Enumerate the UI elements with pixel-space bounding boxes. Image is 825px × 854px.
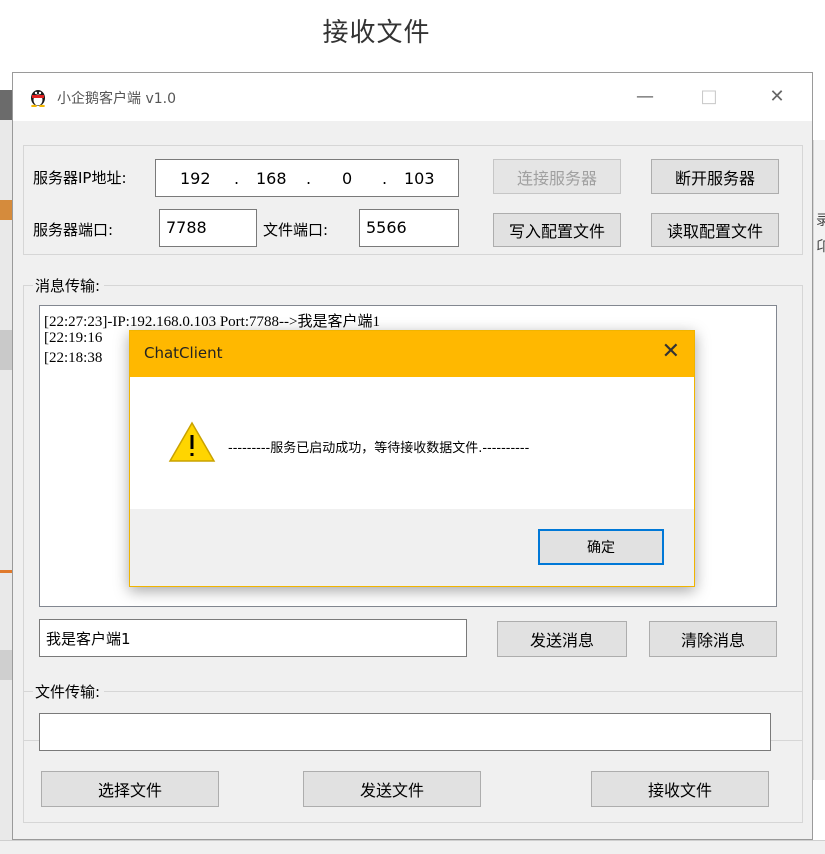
message-dialog: ChatClient ✕ ---------服务已启动成功，等待接收数据文件.-… — [129, 330, 695, 587]
background-glyph: 录 — [816, 213, 825, 229]
dialog-title: ChatClient — [144, 344, 223, 362]
send-message-button[interactable]: 发送消息 — [497, 621, 627, 657]
ip-dot: . — [306, 168, 312, 188]
close-button[interactable]: ✕ — [757, 83, 797, 111]
server-ip-field[interactable]: 192 . 168 . 0 . 103 — [155, 159, 459, 197]
page-heading: 接收文件 — [322, 18, 431, 48]
file-port-field[interactable]: 5566 — [359, 209, 459, 247]
disconnect-server-button[interactable]: 断开服务器 — [651, 159, 779, 194]
background-glyph: 卬 — [816, 239, 825, 255]
maximize-button[interactable]: □ — [689, 83, 729, 111]
ip-octet-3: 0 — [342, 168, 353, 188]
message-group-label: 消息传输: — [33, 275, 105, 296]
ip-dot: . — [382, 168, 388, 188]
file-path-field[interactable] — [39, 713, 771, 751]
dialog-footer: 确定 — [130, 509, 694, 586]
background-right-strip: 录 卬 — [813, 140, 825, 780]
file-port-label: 文件端口: — [263, 221, 329, 239]
message-input[interactable]: 我是客户端1 — [39, 619, 467, 657]
minimize-button[interactable]: — — [625, 83, 665, 111]
ip-octet-4: 103 — [404, 168, 435, 188]
background-bottom-strip — [0, 840, 825, 854]
ip-octet-2: 168 — [256, 168, 287, 188]
clear-message-button[interactable]: 清除消息 — [649, 621, 777, 657]
ip-dot: . — [234, 168, 240, 188]
select-file-button[interactable]: 选择文件 — [41, 771, 219, 807]
warning-icon — [168, 421, 216, 462]
log-line: [22:19:16 — [44, 330, 103, 346]
file-group-label: 文件传输: — [33, 681, 105, 702]
log-line: [22:18:38 — [44, 350, 103, 366]
log-line: [22:27:23]-IP:192.168.0.103 Port:7788-->… — [44, 314, 380, 330]
dialog-title-bar[interactable]: ChatClient ✕ — [130, 331, 694, 377]
window-title: 小企鹅客户端 v1.0 — [57, 91, 176, 107]
dialog-close-icon[interactable]: ✕ — [662, 339, 680, 364]
read-config-button[interactable]: 读取配置文件 — [651, 213, 779, 247]
dialog-message: ---------服务已启动成功，等待接收数据文件.---------- — [228, 441, 530, 456]
receive-file-button[interactable]: 接收文件 — [591, 771, 769, 807]
server-ip-label: 服务器IP地址: — [33, 169, 127, 187]
ip-octet-1: 192 — [180, 168, 211, 188]
penguin-icon — [31, 90, 45, 107]
server-port-label: 服务器端口: — [33, 221, 114, 239]
server-port-field[interactable]: 7788 — [159, 209, 257, 247]
send-file-button[interactable]: 发送文件 — [303, 771, 481, 807]
write-config-button[interactable]: 写入配置文件 — [493, 213, 621, 247]
title-bar[interactable]: 小企鹅客户端 v1.0 — □ ✕ — [13, 73, 812, 121]
ok-button[interactable]: 确定 — [538, 529, 664, 565]
background-left-strip — [0, 90, 12, 850]
connect-server-button[interactable]: 连接服务器 — [493, 159, 621, 194]
